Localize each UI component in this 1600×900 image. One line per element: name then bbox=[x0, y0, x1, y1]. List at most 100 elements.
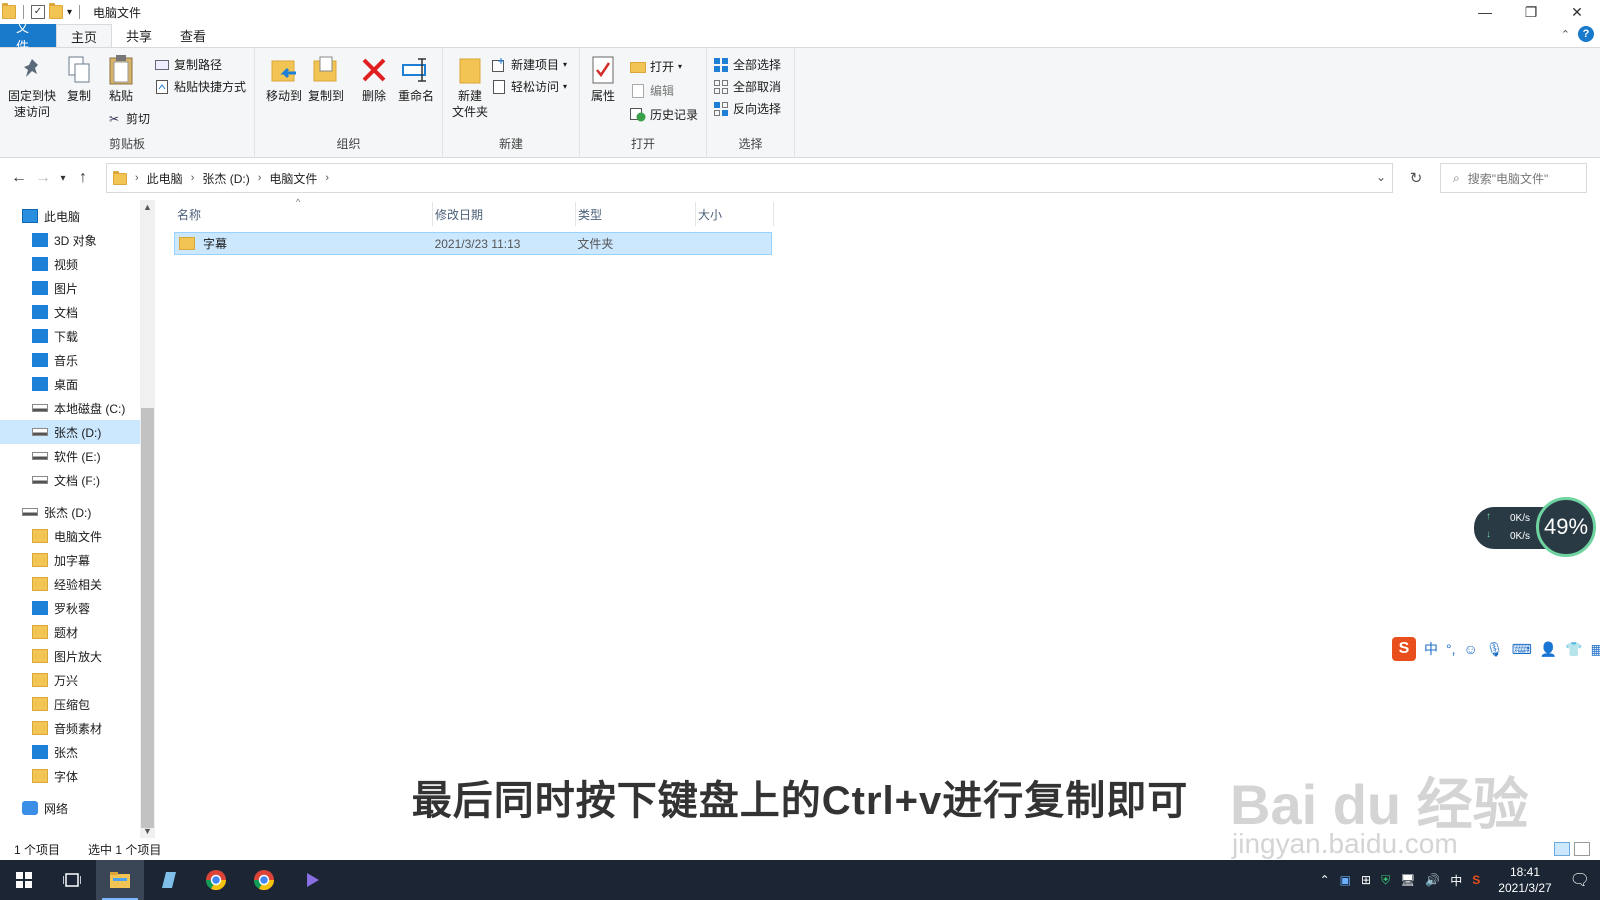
column-name[interactable]: 名称 bbox=[175, 202, 433, 226]
sidebar-item[interactable]: 压缩包 bbox=[0, 692, 140, 716]
sidebar-item[interactable]: 题材 bbox=[0, 620, 140, 644]
open-button[interactable]: 打开 ▾ bbox=[630, 58, 682, 75]
edit-button[interactable]: 编辑 bbox=[630, 82, 674, 99]
invert-selection-button[interactable]: 反向选择 bbox=[713, 100, 781, 117]
breadcrumb-drive-d[interactable]: 张杰 (D:) bbox=[202, 170, 249, 187]
customize-qat-icon[interactable]: ▾ bbox=[67, 7, 72, 18]
notification-center-icon[interactable]: 🗨 bbox=[1570, 870, 1590, 890]
help-icon[interactable]: ? bbox=[1578, 26, 1594, 42]
ime-mode[interactable]: 中 bbox=[1424, 639, 1438, 659]
keyboard-icon[interactable]: ⌨ bbox=[1512, 641, 1532, 658]
sidebar-item[interactable]: 张杰 (D:) bbox=[0, 420, 140, 444]
nav-pane-scrollbar[interactable]: ▲ ▼ bbox=[140, 200, 155, 838]
minimize-button[interactable]: — bbox=[1462, 0, 1508, 24]
copy-path-button[interactable]: 复制路径 bbox=[154, 56, 222, 73]
clock[interactable]: 18:41 2021/3/27 bbox=[1498, 864, 1551, 896]
back-arrow-icon[interactable]: ← bbox=[7, 169, 31, 187]
address-bar[interactable]: › 此电脑 › 张杰 (D:) › 电脑文件 › ⌄ bbox=[106, 163, 1393, 193]
details-view-icon[interactable] bbox=[1554, 842, 1570, 856]
scroll-down-icon[interactable]: ▼ bbox=[140, 826, 155, 836]
new-folder-button[interactable]: 新建 文件夹 bbox=[447, 54, 493, 120]
tab-share[interactable]: 共享 bbox=[112, 24, 166, 47]
punctuation-icon[interactable]: °, bbox=[1446, 641, 1456, 657]
sidebar-item[interactable]: 音乐 bbox=[0, 348, 140, 372]
sidebar-item[interactable]: 视频 bbox=[0, 252, 140, 276]
new-item-button[interactable]: 新建项目 ▾ bbox=[491, 56, 567, 73]
chevron-right-icon[interactable]: › bbox=[325, 172, 329, 184]
breadcrumb-this-pc[interactable]: 此电脑 bbox=[147, 170, 183, 187]
forward-arrow-icon[interactable]: → bbox=[31, 169, 55, 187]
skin-shirt-icon[interactable]: 👕 bbox=[1565, 641, 1582, 658]
security-shield-icon[interactable]: ⛨ bbox=[1381, 873, 1390, 888]
sidebar-item[interactable]: 3D 对象 bbox=[0, 228, 140, 252]
large-icons-view-icon[interactable] bbox=[1574, 842, 1590, 856]
chevron-right-icon[interactable]: › bbox=[191, 172, 195, 184]
restore-button[interactable]: ❐ bbox=[1508, 0, 1554, 24]
sogou-tray-icon[interactable]: S bbox=[1472, 873, 1480, 887]
volume-icon[interactable]: 🔊 bbox=[1425, 873, 1440, 887]
sidebar-item[interactable]: 软件 (E:) bbox=[0, 444, 140, 468]
show-hidden-icons-icon[interactable]: ⌃ bbox=[1320, 873, 1330, 887]
move-to-button[interactable]: 移动到 bbox=[261, 54, 307, 104]
search-box[interactable]: ⌕ 搜索"电脑文件" bbox=[1440, 163, 1587, 193]
media-player-taskbar-icon[interactable] bbox=[288, 860, 336, 900]
toolbox-grid-icon[interactable]: ▦ bbox=[1591, 641, 1600, 658]
chevron-right-icon[interactable]: › bbox=[258, 172, 262, 184]
file-explorer-taskbar-icon[interactable] bbox=[96, 860, 144, 900]
chrome-taskbar-icon[interactable] bbox=[192, 860, 240, 900]
chevron-right-icon[interactable]: › bbox=[135, 172, 139, 184]
address-dropdown-icon[interactable]: ⌄ bbox=[1376, 170, 1386, 184]
user-icon[interactable]: 👤 bbox=[1540, 641, 1557, 658]
delete-button[interactable]: 删除 bbox=[351, 54, 397, 104]
emoji-icon[interactable]: ☺ bbox=[1464, 641, 1478, 657]
table-row[interactable]: 字幕 2021/3/23 11:13 文件夹 bbox=[174, 232, 772, 255]
sidebar-item[interactable]: 张杰 bbox=[0, 740, 140, 764]
scroll-up-icon[interactable]: ▲ bbox=[140, 202, 155, 212]
sogou-logo-icon[interactable]: S bbox=[1392, 637, 1416, 661]
sidebar-item[interactable]: 图片放大 bbox=[0, 644, 140, 668]
paste-shortcut-button[interactable]: 粘贴快捷方式 bbox=[154, 78, 246, 95]
tab-home[interactable]: 主页 bbox=[56, 24, 113, 47]
cut-button[interactable]: ✂ 剪切 bbox=[106, 110, 150, 127]
scroll-thumb[interactable] bbox=[141, 408, 154, 828]
sidebar-item[interactable]: 万兴 bbox=[0, 668, 140, 692]
tab-file[interactable]: 文件 bbox=[0, 20, 56, 54]
sidebar-item[interactable]: 罗秋蓉 bbox=[0, 596, 140, 620]
select-none-button[interactable]: 全部取消 bbox=[713, 78, 781, 95]
collapse-ribbon-icon[interactable]: ⌃ bbox=[1561, 28, 1570, 41]
tray-ime-indicator[interactable]: 中 bbox=[1450, 872, 1462, 889]
windows-start-icon[interactable] bbox=[0, 860, 48, 900]
properties-button[interactable]: 属性 bbox=[580, 54, 626, 104]
sidebar-item[interactable]: 此电脑 bbox=[0, 204, 140, 228]
up-arrow-icon[interactable]: ↑ bbox=[71, 169, 95, 187]
sidebar-item[interactable]: 桌面 bbox=[0, 372, 140, 396]
pin-quick-access-button[interactable]: 固定到快 速访问 bbox=[6, 54, 58, 120]
chrome-second-taskbar-icon[interactable] bbox=[240, 860, 288, 900]
sidebar-item[interactable]: 张杰 (D:) bbox=[0, 500, 140, 524]
tray-monitor-icon[interactable]: ⊞ bbox=[1361, 873, 1371, 887]
sidebar-item[interactable]: 音频素材 bbox=[0, 716, 140, 740]
select-all-button[interactable]: 全部选择 bbox=[713, 56, 781, 73]
microphone-icon[interactable]: 🎙 bbox=[1486, 641, 1504, 658]
history-button[interactable]: 历史记录 bbox=[630, 106, 698, 123]
sidebar-item[interactable]: 文档 (F:) bbox=[0, 468, 140, 492]
sidebar-item[interactable]: 电脑文件 bbox=[0, 524, 140, 548]
copy-button[interactable]: 复制 bbox=[56, 54, 102, 104]
column-type[interactable]: 类型 bbox=[576, 202, 696, 226]
close-button[interactable]: ✕ bbox=[1554, 0, 1600, 24]
task-view-icon[interactable] bbox=[48, 860, 96, 900]
recent-locations-icon[interactable]: ▾ bbox=[55, 173, 71, 184]
network-icon[interactable]: 🖥 bbox=[1400, 873, 1415, 887]
sidebar-item[interactable]: 文档 bbox=[0, 300, 140, 324]
refresh-icon[interactable]: ↻ bbox=[1401, 163, 1431, 193]
sidebar-item[interactable]: 加字幕 bbox=[0, 548, 140, 572]
notepad-taskbar-icon[interactable] bbox=[144, 860, 192, 900]
rename-button[interactable]: 重命名 bbox=[393, 54, 439, 104]
tray-app-icon[interactable]: ▣ bbox=[1340, 873, 1351, 887]
tab-view[interactable]: 查看 bbox=[166, 24, 220, 47]
sidebar-item[interactable]: 下载 bbox=[0, 324, 140, 348]
network-speed-widget[interactable]: ↑ 0K/s ↓ 0K/s 49% bbox=[1474, 497, 1596, 557]
paste-button[interactable]: 粘贴 bbox=[98, 54, 144, 104]
breadcrumb-current-folder[interactable]: 电脑文件 bbox=[269, 170, 317, 187]
sidebar-item[interactable]: 经验相关 bbox=[0, 572, 140, 596]
